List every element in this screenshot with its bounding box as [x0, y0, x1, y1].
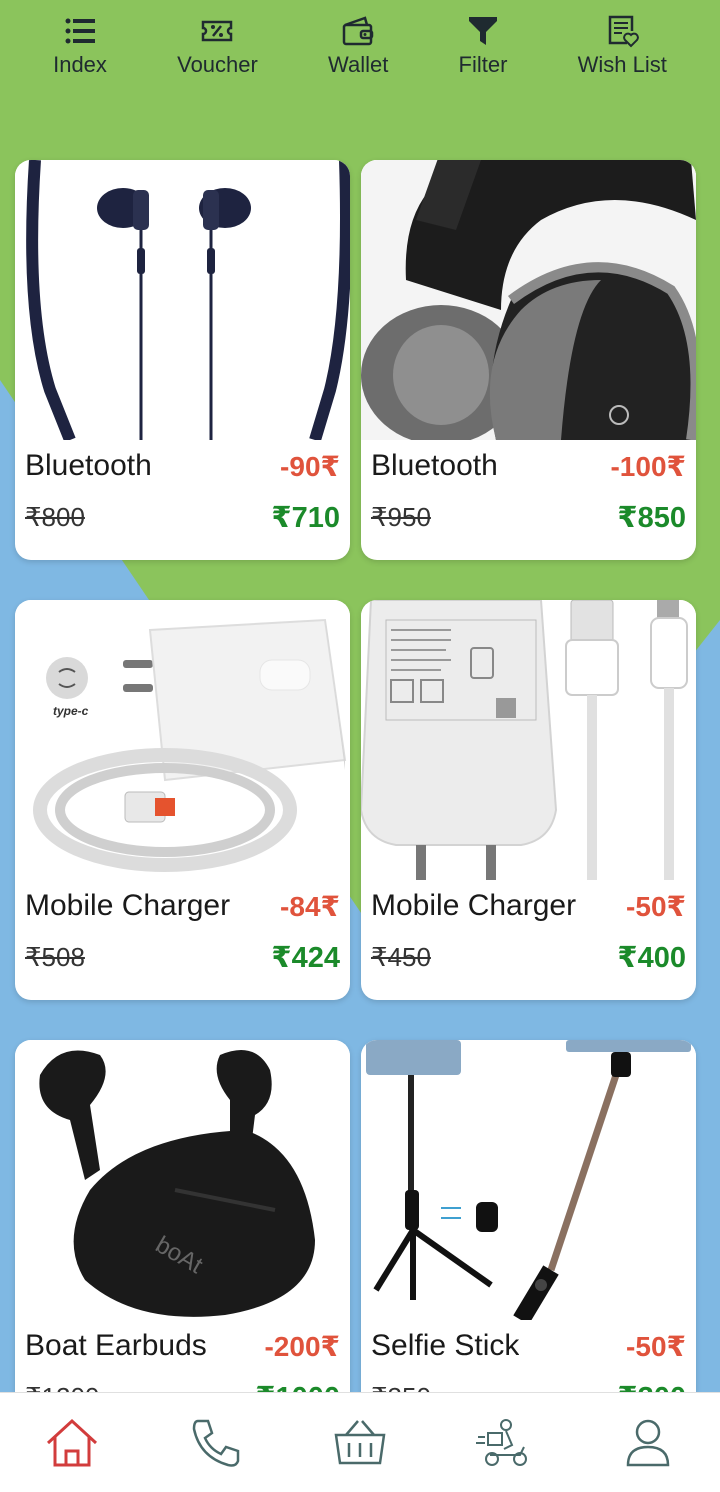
product-card[interactable]: Selfie Stick -50₹ ₹350 ₹300 [361, 1040, 696, 1440]
phone-icon [192, 1419, 240, 1467]
selfie-stick-image [366, 1040, 691, 1320]
product-card[interactable]: Bluetooth -90₹ ₹800 ₹710 [15, 160, 350, 560]
delivery-tab[interactable] [476, 1415, 532, 1471]
nav-filter-label: Filter [458, 52, 508, 77]
product-new-price: ₹710 [271, 501, 340, 534]
product-name: Boat Earbuds [25, 1329, 207, 1362]
product-discount: -50₹ [626, 890, 686, 922]
profile-tab[interactable] [620, 1415, 676, 1471]
filter-icon [468, 17, 497, 45]
product-old-price: ₹450 [371, 941, 431, 972]
product-grid: Bluetooth -90₹ ₹800 ₹710 Bluetooth -100₹… [15, 160, 696, 1440]
product-new-price: ₹850 [617, 501, 686, 534]
product-old-price: ₹508 [25, 941, 85, 972]
earbuds-image: boAt [39, 1050, 315, 1317]
product-name: Bluetooth [371, 449, 498, 482]
product-discount: -84₹ [280, 890, 340, 922]
nav-filter[interactable]: Filter [458, 14, 508, 78]
product-card[interactable]: type-c Mobile Charger -84₹ ₹508 ₹424 [15, 600, 350, 1000]
type-c-charger-image: type-c [33, 618, 347, 872]
product-name: Mobile Charger [371, 889, 577, 922]
product-discount: -200₹ [264, 1330, 340, 1362]
nav-voucher-label: Voucher [177, 52, 258, 77]
product-card[interactable]: boAt Boat Earbuds -200₹ ₹1200 ₹1000 [15, 1040, 350, 1440]
product-name: Mobile Charger [25, 889, 231, 922]
nav-wishlist[interactable]: Wish List [578, 14, 667, 78]
headphones-image [361, 160, 696, 440]
product-discount: -100₹ [610, 450, 686, 482]
basket-tab[interactable] [332, 1415, 388, 1471]
product-old-price: ₹800 [25, 501, 85, 532]
product-image-usb-charger [361, 600, 696, 880]
nav-voucher[interactable]: Voucher [177, 14, 258, 78]
user-icon [626, 1419, 670, 1466]
basket-icon [334, 1419, 386, 1464]
top-navigation: Index Voucher Wallet Filter Wish List [0, 0, 720, 100]
type-c-label: type-c [53, 704, 89, 718]
product-discount: -90₹ [280, 450, 340, 482]
neckband-earphones-image [26, 160, 350, 440]
product-image-neckband-earphones [15, 160, 350, 440]
nav-wishlist-label: Wish List [577, 52, 667, 77]
product-card[interactable]: Mobile Charger -50₹ ₹450 ₹400 [361, 600, 696, 1000]
product-old-price: ₹950 [371, 501, 431, 532]
delivery-icon [476, 1418, 527, 1466]
list-icon [65, 18, 95, 44]
usb-charger-image [361, 600, 688, 880]
nav-index-label: Index [53, 52, 107, 77]
call-tab[interactable] [188, 1415, 244, 1471]
home-icon [46, 1418, 98, 1466]
product-image-type-c-charger: type-c [15, 600, 350, 880]
product-discount: -50₹ [626, 1330, 686, 1362]
product-image-headphones [361, 160, 696, 440]
product-name: Bluetooth [25, 449, 152, 482]
wishlist-icon [608, 15, 640, 48]
nav-wallet[interactable]: Wallet [328, 14, 388, 78]
home-tab[interactable] [44, 1415, 100, 1471]
voucher-icon [202, 20, 233, 42]
product-card[interactable]: Bluetooth -100₹ ₹950 ₹850 [361, 160, 696, 560]
nav-wallet-label: Wallet [328, 52, 389, 77]
product-image-earbuds: boAt [15, 1040, 350, 1320]
product-new-price: ₹424 [271, 941, 340, 974]
product-name: Selfie Stick [371, 1329, 520, 1362]
product-image-selfie-stick [361, 1040, 696, 1320]
bottom-navigation [0, 1392, 720, 1492]
wallet-icon [342, 16, 374, 46]
nav-index[interactable]: Index [53, 14, 107, 78]
product-new-price: ₹400 [617, 941, 686, 974]
